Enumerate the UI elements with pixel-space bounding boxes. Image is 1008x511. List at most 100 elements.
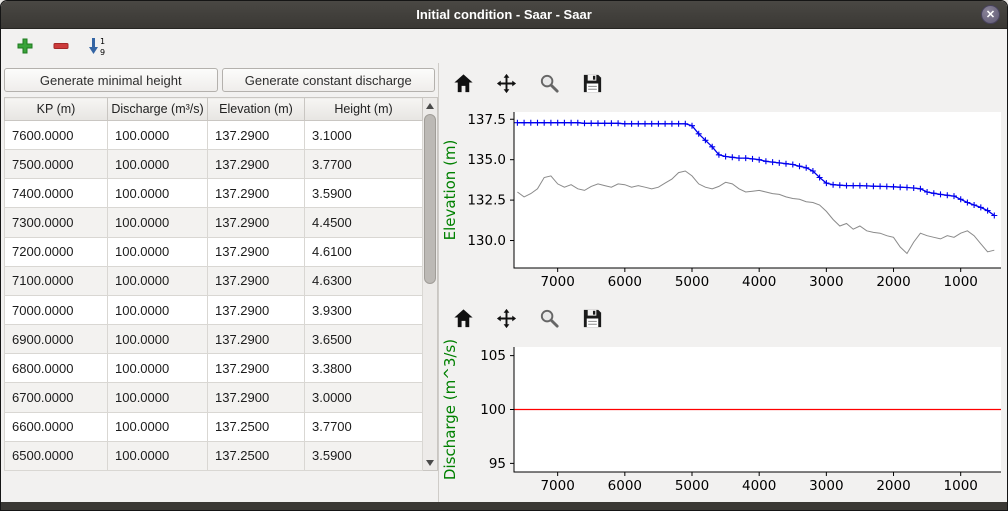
- table-row[interactable]: 7100.0000100.0000137.29004.6300: [5, 266, 423, 295]
- svg-text:Elevation (m): Elevation (m): [441, 140, 459, 241]
- table-cell[interactable]: 100.0000: [108, 121, 208, 150]
- table-cell[interactable]: 100.0000: [108, 354, 208, 383]
- svg-text:9: 9: [100, 48, 105, 56]
- generate-constant-discharge-button[interactable]: Generate constant discharge: [222, 68, 436, 92]
- scrollbar-thumb[interactable]: [424, 114, 436, 284]
- table-cell[interactable]: 4.4500: [305, 208, 423, 237]
- table-cell[interactable]: 100.0000: [108, 412, 208, 441]
- table-cell[interactable]: 137.2900: [208, 325, 305, 354]
- sort-rows-icon: 1 9: [87, 36, 107, 56]
- column-header[interactable]: KP (m): [5, 98, 108, 121]
- save-icon: [581, 72, 604, 95]
- table-cell[interactable]: 137.2900: [208, 150, 305, 179]
- table-cell[interactable]: 137.2900: [208, 208, 305, 237]
- table-cell[interactable]: 137.2900: [208, 354, 305, 383]
- svg-text:5000: 5000: [675, 478, 709, 494]
- table-cell[interactable]: 137.2500: [208, 412, 305, 441]
- table-scrollbar[interactable]: [423, 97, 438, 471]
- save-button[interactable]: [580, 306, 605, 331]
- table-row[interactable]: 7600.0000100.0000137.29003.1000: [5, 121, 423, 150]
- window-title: Initial condition - Saar - Saar: [416, 7, 592, 22]
- table-row[interactable]: 7400.0000100.0000137.29003.5900: [5, 179, 423, 208]
- table-cell[interactable]: 137.2900: [208, 383, 305, 412]
- column-header[interactable]: Height (m): [305, 98, 423, 121]
- table-cell[interactable]: 137.2900: [208, 237, 305, 266]
- table-cell[interactable]: 3.7700: [305, 150, 423, 179]
- table-row[interactable]: 6500.0000100.0000137.25003.5900: [5, 441, 423, 470]
- table-cell[interactable]: 6900.0000: [5, 325, 108, 354]
- table-cell[interactable]: 100.0000: [108, 441, 208, 470]
- main-toolbar: 1 9: [1, 29, 1007, 63]
- table-cell[interactable]: 7200.0000: [5, 237, 108, 266]
- svg-text:95: 95: [489, 456, 506, 472]
- save-button[interactable]: [580, 71, 605, 96]
- table-cell[interactable]: 100.0000: [108, 208, 208, 237]
- table-cell[interactable]: 100.0000: [108, 383, 208, 412]
- table-cell[interactable]: 6500.0000: [5, 441, 108, 470]
- table-row[interactable]: 7200.0000100.0000137.29004.6100: [5, 237, 423, 266]
- remove-row-button[interactable]: [51, 36, 71, 56]
- home-button[interactable]: [451, 71, 476, 96]
- discharge-chart[interactable]: 700060005000400030002000100095100105Disc…: [439, 338, 1007, 502]
- table-row[interactable]: 7000.0000100.0000137.29003.9300: [5, 295, 423, 324]
- table-cell[interactable]: 100.0000: [108, 325, 208, 354]
- table-cell[interactable]: 3.0000: [305, 383, 423, 412]
- zoom-button[interactable]: [537, 306, 562, 331]
- table-cell[interactable]: 3.1000: [305, 121, 423, 150]
- table-cell[interactable]: 3.6500: [305, 325, 423, 354]
- table-cell[interactable]: 137.2500: [208, 441, 305, 470]
- table-row[interactable]: 6900.0000100.0000137.29003.6500: [5, 325, 423, 354]
- titlebar[interactable]: Initial condition - Saar - Saar ✕: [1, 1, 1007, 29]
- scroll-up-button[interactable]: [423, 98, 437, 113]
- table-cell[interactable]: 6800.0000: [5, 354, 108, 383]
- table-cell[interactable]: 100.0000: [108, 150, 208, 179]
- table-row[interactable]: 6700.0000100.0000137.29003.0000: [5, 383, 423, 412]
- table-cell[interactable]: 100.0000: [108, 266, 208, 295]
- generate-minimal-height-button[interactable]: Generate minimal height: [4, 68, 218, 92]
- column-header[interactable]: Discharge (m³/s): [108, 98, 208, 121]
- table-cell[interactable]: 3.5900: [305, 179, 423, 208]
- scrollbar-track[interactable]: [423, 113, 437, 455]
- table-cell[interactable]: 7600.0000: [5, 121, 108, 150]
- table-row[interactable]: 6600.0000100.0000137.25003.7700: [5, 412, 423, 441]
- table-cell[interactable]: 3.5900: [305, 441, 423, 470]
- table-cell[interactable]: 3.7700: [305, 412, 423, 441]
- table-cell[interactable]: 7300.0000: [5, 208, 108, 237]
- column-header[interactable]: Elevation (m): [208, 98, 305, 121]
- home-button[interactable]: [451, 306, 476, 331]
- svg-text:132.5: 132.5: [467, 193, 506, 209]
- scroll-up-icon: [426, 103, 434, 109]
- table-row[interactable]: 7500.0000100.0000137.29003.7700: [5, 150, 423, 179]
- table-row[interactable]: 6800.0000100.0000137.29003.3800: [5, 354, 423, 383]
- zoom-button[interactable]: [537, 71, 562, 96]
- table-cell[interactable]: 100.0000: [108, 237, 208, 266]
- table-cell[interactable]: 7000.0000: [5, 295, 108, 324]
- table-cell[interactable]: 6600.0000: [5, 412, 108, 441]
- table-cell[interactable]: 100.0000: [108, 179, 208, 208]
- close-button[interactable]: ✕: [981, 5, 1000, 24]
- table-cell[interactable]: 137.2900: [208, 295, 305, 324]
- add-row-button[interactable]: [15, 36, 35, 56]
- table-cell[interactable]: 7400.0000: [5, 179, 108, 208]
- pan-button[interactable]: [494, 306, 519, 331]
- table-row[interactable]: 7300.0000100.0000137.29004.4500: [5, 208, 423, 237]
- table-cell[interactable]: 137.2900: [208, 179, 305, 208]
- table-cell[interactable]: 7500.0000: [5, 150, 108, 179]
- table-cell[interactable]: 7100.0000: [5, 266, 108, 295]
- svg-text:137.5: 137.5: [467, 112, 506, 128]
- sort-rows-button[interactable]: 1 9: [87, 36, 107, 56]
- table-cell[interactable]: 4.6100: [305, 237, 423, 266]
- table-cell[interactable]: 6700.0000: [5, 383, 108, 412]
- table-cell[interactable]: 137.2900: [208, 121, 305, 150]
- table-cell[interactable]: 3.9300: [305, 295, 423, 324]
- svg-text:4000: 4000: [742, 478, 776, 494]
- svg-text:1000: 1000: [944, 478, 978, 494]
- table-cell[interactable]: 4.6300: [305, 266, 423, 295]
- table-cell[interactable]: 3.3800: [305, 354, 423, 383]
- table-cell[interactable]: 137.2900: [208, 266, 305, 295]
- scroll-down-button[interactable]: [423, 455, 437, 470]
- table-cell[interactable]: 100.0000: [108, 295, 208, 324]
- elevation-chart[interactable]: 7000600050004000300020001000130.0132.513…: [439, 103, 1007, 298]
- pan-button[interactable]: [494, 71, 519, 96]
- svg-text:130.0: 130.0: [467, 233, 506, 249]
